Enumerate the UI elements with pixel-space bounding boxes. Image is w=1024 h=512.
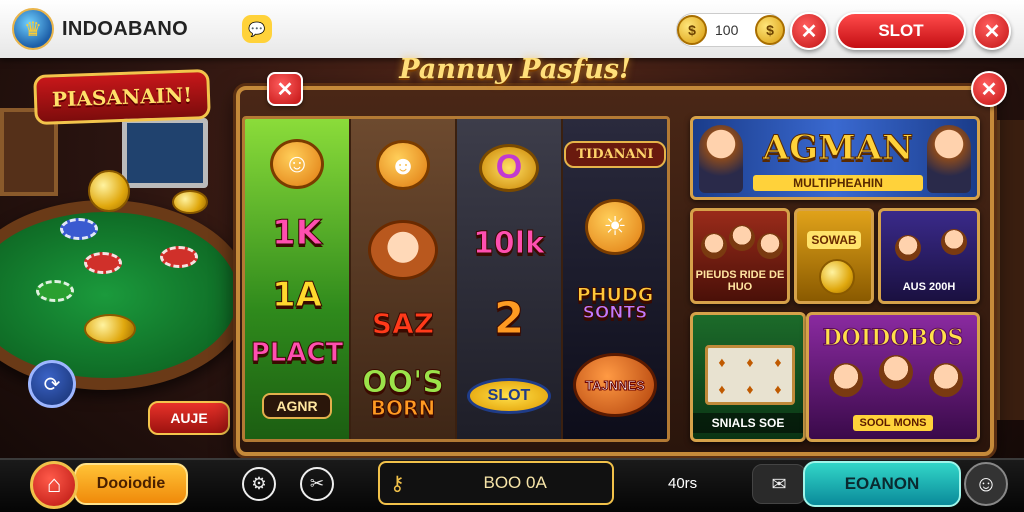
key-icon: ⚷: [390, 472, 405, 495]
slot-symbol: SLOT: [466, 378, 552, 415]
settings-icon[interactable]: ⚙: [242, 467, 276, 501]
reel-plate: TIDANANI: [564, 140, 666, 168]
game-tile-label: AUS 200H: [902, 281, 956, 293]
gold-coin: [84, 314, 136, 344]
slot-reels[interactable]: ☺ 1K 1A PLACT AGNR ☻ SAZ OO'S BORN O 10l…: [242, 116, 670, 442]
reel-symbol: O: [479, 143, 539, 192]
mini-slot-machine-icon: ♦ ♦ ♦ ♦ ♦ ♦: [705, 345, 795, 405]
reel-symbol: 1K: [271, 213, 322, 254]
home-icon[interactable]: ⌂: [30, 461, 78, 509]
side-button[interactable]: AUJE: [148, 401, 230, 435]
character-icon: [879, 355, 913, 389]
girl-icon: [368, 220, 438, 280]
character-icon: [941, 229, 967, 255]
panel-close-button-right[interactable]: ✕: [971, 71, 1007, 107]
game-tile-title: DOIDOBOS: [822, 325, 964, 352]
gold-coin: [88, 170, 130, 212]
tools-icon[interactable]: ✂: [300, 467, 334, 501]
play-button-label: EOANON: [844, 474, 920, 493]
panel-close-button[interactable]: ✕: [267, 72, 303, 106]
menu-button-label: Dooiodie: [96, 475, 166, 492]
app-logo-icon[interactable]: ♛: [12, 8, 54, 50]
character-icon: [829, 363, 863, 397]
search-input[interactable]: [404, 473, 656, 493]
character-icon: [929, 363, 963, 397]
game-tile[interactable]: SOWAB: [794, 208, 874, 304]
reel-symbol: 2: [493, 292, 525, 344]
exit-button[interactable]: ✕: [973, 12, 1011, 50]
poker-chip: [36, 280, 74, 302]
featured-game-subtitle: MULTIPHEAHIN: [753, 175, 923, 191]
coin-balance[interactable]: $ 100 $: [676, 13, 785, 47]
poker-chip: [60, 218, 98, 240]
reel-2: ☻ SAZ OO'S BORN: [351, 119, 457, 439]
game-tile-label: SNIALS SOE: [693, 413, 803, 433]
game-tile[interactable]: ♦ ♦ ♦ ♦ ♦ ♦ SNIALS SOE: [690, 312, 806, 442]
character-icon: [895, 235, 921, 261]
count-label: 40rs: [668, 475, 698, 492]
casino-banner: PIASANAIN!: [33, 68, 211, 126]
coin-icon: [819, 259, 855, 295]
menu-button[interactable]: Dooiodie: [74, 463, 188, 505]
reel-symbol: OO'S: [362, 365, 445, 400]
coin-value: 100: [715, 22, 739, 38]
game-tile-label: SOOL MONS: [853, 415, 933, 431]
game-tile-label: PIEUDS RIDE DE HUO: [695, 269, 785, 293]
spin-icon[interactable]: ⟳: [28, 360, 76, 408]
featured-game-tile[interactable]: AGMAN MULTIPHEAHIN: [690, 116, 980, 200]
play-button[interactable]: EOANON: [803, 461, 961, 507]
gold-coin-icon: $: [755, 15, 785, 45]
reel-symbol: TAJNNES: [585, 377, 646, 393]
gold-coin: [172, 190, 208, 214]
character-icon: [701, 233, 727, 259]
sun-face-icon: ☀: [585, 198, 645, 255]
panel-title: Pannuy Pasfus!: [399, 54, 631, 85]
reel-plate: AGNR: [262, 393, 332, 420]
reel-1: ☺ 1K 1A PLACT AGNR: [245, 119, 351, 439]
featured-game-title: AGMAN: [762, 128, 914, 168]
reel-symbol: SAZ: [371, 307, 435, 340]
slot-button[interactable]: SLOT: [836, 12, 966, 50]
brand-name: INDOABANO: [62, 17, 189, 40]
game-tile[interactable]: AUS 200H: [878, 208, 980, 304]
character-icon: [729, 225, 755, 251]
background-screen-right: [996, 120, 1024, 420]
reel-3: O 10lk 2 SLOT: [457, 119, 563, 439]
coin-icon: $: [677, 15, 707, 45]
character-icon: [757, 233, 783, 259]
game-tile[interactable]: DOIDOBOS SOOL MONS: [806, 312, 980, 442]
reel-symbol: SONTS: [582, 303, 648, 324]
close-icon[interactable]: ✕: [790, 12, 828, 50]
crowned-face-icon: ☻: [376, 140, 430, 190]
character-icon: [927, 125, 971, 193]
character-icon: [699, 125, 743, 193]
reel-symbol-stack: OO'S BORN: [362, 365, 445, 420]
jester-face-icon: ☺: [270, 138, 324, 189]
poker-chip: [84, 252, 122, 274]
poker-chip: [160, 246, 198, 268]
chat-bubble-icon[interactable]: 💬: [242, 15, 272, 43]
reel-4: TIDANANI ☀ PHUDG SONTS TAJNNES: [563, 119, 667, 439]
reel-symbol-stack: PHUDG SONTS: [576, 285, 654, 324]
game-tile-label: SOWAB: [807, 231, 861, 249]
reel-symbol: 10lk: [473, 226, 546, 262]
reel-symbol: BORN: [370, 396, 436, 420]
basketball-icon: TAJNNES: [573, 353, 657, 418]
search-bar[interactable]: ⚷: [378, 461, 656, 505]
reel-symbol: 1A: [272, 274, 323, 315]
game-tile[interactable]: PIEUDS RIDE DE HUO: [690, 208, 790, 304]
user-icon[interactable]: ☺: [964, 462, 1008, 506]
chat-icon[interactable]: ✉: [752, 464, 806, 504]
reel-symbol: PLACT: [250, 337, 344, 368]
background-monitor: [122, 118, 208, 188]
